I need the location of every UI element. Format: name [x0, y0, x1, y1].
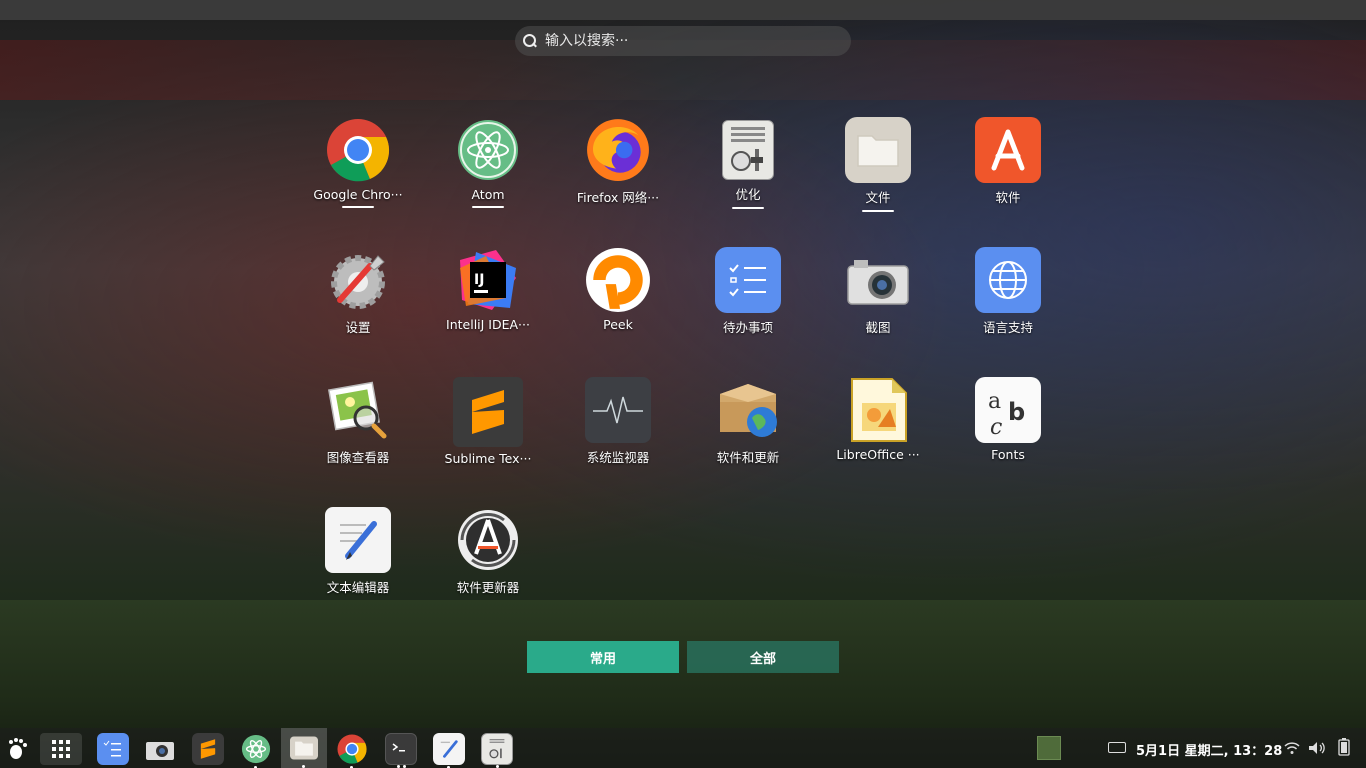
volume-icon[interactable] [1308, 740, 1326, 759]
app-intellij[interactable]: IJ IntelliJ IDEA··· [433, 247, 543, 357]
clock[interactable]: 5月1日 星期二, 13：28 [1136, 740, 1282, 759]
svg-text:a: a [988, 389, 1001, 414]
todo-icon [715, 247, 781, 313]
app-todo[interactable]: 待办事项 [693, 247, 803, 357]
app-sublime[interactable]: Sublime Tex··· [433, 377, 543, 487]
software-center-icon [975, 117, 1041, 183]
tab-common[interactable]: 常用 [527, 641, 679, 673]
svg-text:c: c [990, 415, 1002, 436]
package-globe-icon [715, 377, 781, 443]
dock-tweaks-icon[interactable] [481, 733, 513, 768]
battery-icon[interactable] [1338, 738, 1350, 760]
app-label: Peek [603, 317, 633, 332]
app-label: 软件和更新 [716, 450, 780, 465]
running-indicator [732, 207, 764, 209]
app-label: 优化 [735, 187, 761, 202]
text-editor-icon [325, 507, 391, 573]
wifi-icon[interactable] [1284, 740, 1300, 759]
app-software[interactable]: 软件 [953, 117, 1063, 227]
dock-todo-icon[interactable] [97, 733, 129, 765]
libreoffice-impress-icon [845, 377, 911, 443]
app-software-updater[interactable]: 软件更新器 [433, 507, 543, 617]
app-label: 语言支持 [982, 320, 1033, 335]
app-label: 待办事项 [722, 320, 773, 335]
software-updater-icon [455, 507, 521, 573]
app-label: 软件 [995, 190, 1021, 205]
app-label: 软件更新器 [456, 580, 520, 595]
app-label: 系统监视器 [586, 450, 650, 465]
app-firefox[interactable]: Firefox 网络··· [563, 117, 673, 227]
app-label: Sublime Tex··· [444, 451, 532, 466]
app-settings[interactable]: 设置 [303, 247, 413, 357]
app-language[interactable]: 语言支持 [953, 247, 1063, 357]
running-indicator [342, 206, 374, 208]
app-text-editor[interactable]: 文本编辑器 [303, 507, 413, 617]
show-apps-grid-icon[interactable] [40, 733, 82, 765]
app-system-monitor[interactable]: 系统监视器 [563, 377, 673, 487]
app-screenshot[interactable]: 截图 [823, 247, 933, 357]
app-label: 截图 [865, 320, 891, 335]
folder-icon [845, 117, 911, 183]
running-indicator [862, 210, 894, 212]
app-label: IntelliJ IDEA··· [446, 317, 530, 332]
search-box[interactable] [515, 26, 851, 56]
app-tweaks[interactable]: 优化 [693, 117, 803, 227]
tweaks-icon [722, 120, 774, 180]
dock-text-editor-icon[interactable] [433, 733, 465, 768]
intellij-icon: IJ [455, 247, 521, 313]
top-bar [0, 0, 1366, 20]
svg-text:IJ: IJ [474, 272, 484, 288]
app-label: Firefox 网络··· [576, 190, 660, 205]
app-files[interactable]: 文件 [823, 117, 933, 227]
dock-camera-icon[interactable] [144, 733, 176, 765]
tab-all[interactable]: 全部 [687, 641, 839, 673]
dock-atom-icon[interactable] [240, 733, 272, 768]
keyboard-icon[interactable] [1108, 742, 1126, 753]
tray-wallpaper-thumbnail-icon[interactable] [1037, 736, 1061, 760]
app-label: 文件 [865, 190, 891, 205]
peek-icon [585, 247, 651, 313]
atom-icon [455, 117, 521, 183]
app-label: 设置 [345, 320, 371, 335]
app-label: 文本编辑器 [326, 580, 390, 595]
app-peek[interactable]: Peek [563, 247, 673, 357]
dock-sublime-icon[interactable] [192, 733, 224, 765]
globe-icon [975, 247, 1041, 313]
app-image-viewer[interactable]: 图像查看器 [303, 377, 413, 487]
image-viewer-icon [325, 377, 391, 443]
search-icon [523, 34, 537, 48]
system-monitor-icon [585, 377, 651, 443]
app-google-chrome[interactable]: Google Chro··· [303, 117, 413, 227]
app-software-updates[interactable]: 软件和更新 [693, 377, 803, 487]
fonts-icon: a b c [975, 377, 1041, 443]
dock-terminal-icon[interactable] [385, 733, 417, 768]
running-indicator [472, 206, 504, 208]
search-input[interactable] [545, 33, 825, 49]
camera-icon [845, 247, 911, 313]
firefox-icon [585, 117, 651, 183]
settings-icon [325, 247, 391, 313]
app-label: 图像查看器 [326, 450, 390, 465]
app-label: Google Chro··· [313, 187, 403, 202]
activities-foot-icon[interactable] [2, 733, 34, 765]
app-atom[interactable]: Atom [433, 117, 543, 227]
app-label: Atom [471, 187, 505, 202]
sublime-icon [453, 377, 523, 447]
app-libreoffice[interactable]: LibreOffice ··· [823, 377, 933, 487]
svg-text:b: b [1008, 398, 1025, 426]
dock-chrome-icon[interactable] [336, 733, 368, 768]
app-label: LibreOffice ··· [836, 447, 920, 462]
app-fonts[interactable]: a b c Fonts [953, 377, 1063, 487]
chrome-icon [325, 117, 391, 183]
app-label: Fonts [991, 447, 1025, 462]
dock-files-icon[interactable] [281, 728, 327, 768]
